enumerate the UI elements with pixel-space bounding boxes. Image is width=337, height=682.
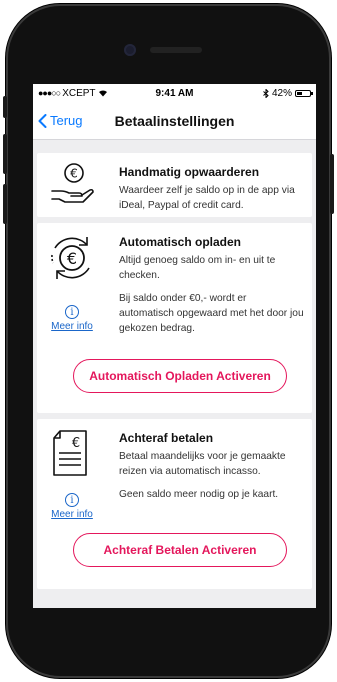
back-button[interactable]: Terug [33, 113, 83, 128]
euro-refresh-icon: € [51, 237, 90, 279]
auto-title: Automatisch opladen [119, 235, 242, 249]
auto-detail: Bij saldo onder €0,- wordt er automatisc… [119, 293, 304, 334]
manual-topup-card[interactable]: € Handmatig opwaarderen Waardeer zelf je… [37, 153, 312, 217]
navigation-bar: Terug Betaalinstellingen [33, 102, 316, 140]
volume-down-button [3, 184, 7, 224]
power-button [330, 154, 334, 214]
info-icon: i [65, 493, 79, 507]
pay-later-info-label: Meer info [51, 509, 93, 520]
battery-icon [295, 89, 313, 97]
front-camera [124, 44, 136, 56]
pay-later-detail: Geen saldo meer nodig op je kaart. [119, 489, 279, 500]
auto-info-label: Meer info [51, 321, 93, 332]
phone-frame: ●●●○○ XCEPT 9:41 AM 42% Terug Betaalinst… [3, 4, 334, 678]
status-bar: ●●●○○ XCEPT 9:41 AM 42% [33, 84, 316, 102]
svg-text:€: € [67, 249, 77, 268]
pay-later-info-link[interactable]: i Meer info [51, 493, 93, 520]
pay-later-title: Achteraf betalen [119, 431, 214, 445]
activate-auto-topup-button[interactable]: Automatisch Opladen Activeren [73, 359, 287, 393]
manual-title: Handmatig opwaarderen [119, 165, 260, 179]
manual-description: Waardeer zelf je saldo op in de app via … [119, 185, 295, 211]
activate-pay-later-button[interactable]: Achteraf Betalen Activeren [73, 533, 287, 567]
back-label: Terug [50, 113, 83, 128]
earpiece-speaker [150, 47, 202, 53]
auto-description: Altijd genoeg saldo om in- en uit te che… [119, 255, 276, 281]
mute-switch [3, 96, 7, 118]
euro-document-icon: € [53, 430, 87, 476]
home-area [6, 612, 331, 678]
status-time: 9:41 AM [155, 87, 194, 99]
svg-text:€: € [72, 436, 80, 451]
pay-later-card: € i Meer info Achteraf betalen Betaal ma… [37, 419, 312, 589]
volume-up-button [3, 134, 7, 174]
info-icon: i [65, 305, 79, 319]
auto-info-link[interactable]: i Meer info [51, 305, 93, 332]
auto-topup-card: € i Meer info Automatisch opladen Altijd… [37, 223, 312, 413]
chevron-left-icon [38, 113, 47, 128]
hand-euro-icon: € [51, 163, 94, 203]
screen: ●●●○○ XCEPT 9:41 AM 42% Terug Betaalinst… [33, 84, 316, 608]
pay-later-description: Betaal maandelijks voor je gemaakte reiz… [119, 451, 286, 477]
svg-text:€: € [70, 167, 78, 181]
